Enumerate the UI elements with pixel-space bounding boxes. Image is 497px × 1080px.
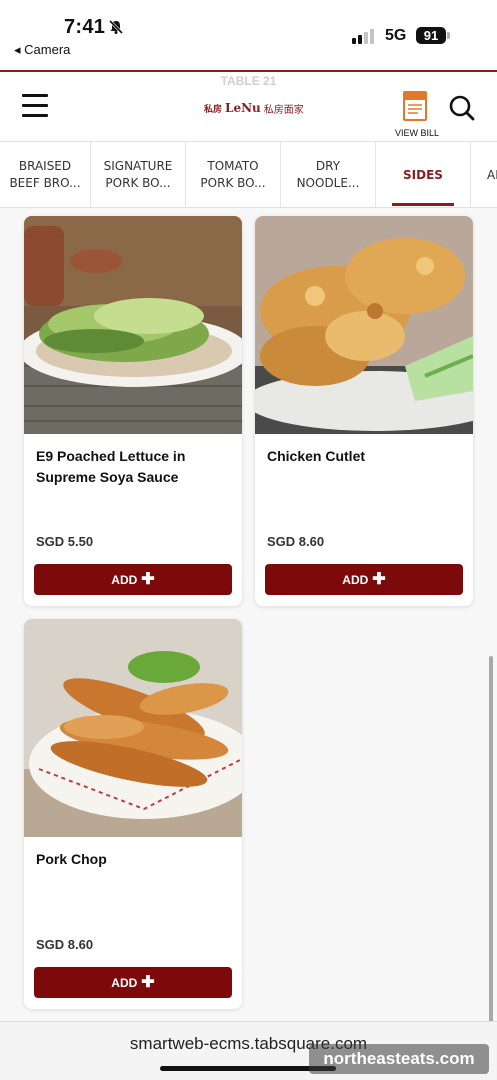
tab-label-line2: BEEF BRO... bbox=[9, 176, 81, 190]
tab-label-line1: BRAISED bbox=[18, 159, 72, 173]
menu-item-card[interactable]: E9 Poached Lettuce in Supreme Soya Sauce… bbox=[24, 216, 242, 606]
item-price: SGD 8.60 bbox=[36, 937, 94, 952]
signal-icon bbox=[352, 28, 374, 44]
tab-label-line2: NOODLE... bbox=[296, 176, 360, 190]
status-bar: 7:41 ◂ Camera 5G 91 bbox=[0, 0, 497, 70]
menu-icon[interactable] bbox=[22, 94, 48, 118]
menu-item-card[interactable]: Chicken Cutlet SGD 8.60 ADD ✚ bbox=[255, 216, 473, 606]
back-to-camera[interactable]: ◂ Camera bbox=[14, 42, 70, 58]
tab-label-line1: AP bbox=[487, 167, 497, 182]
tab-tomato-pork[interactable]: TOMATO PORK BO... bbox=[186, 142, 281, 207]
tab-dry-noodle[interactable]: DRY NOODLE... bbox=[281, 142, 376, 207]
app-header: TABLE 21 私房 LeNu 私房面家 VIEW BILL bbox=[0, 70, 497, 142]
search-icon[interactable] bbox=[448, 94, 476, 122]
tab-label-line2: PORK BO... bbox=[105, 176, 171, 190]
table-label: TABLE 21 bbox=[220, 74, 277, 88]
item-name: Pork Chop bbox=[36, 851, 107, 867]
plus-icon: ✚ bbox=[141, 973, 155, 991]
logo: 私房 LeNu 私房面家 bbox=[204, 98, 304, 118]
chicken-cutlet-photo bbox=[255, 216, 473, 434]
tab-appetizers[interactable]: AP bbox=[471, 142, 497, 207]
bell-muted-icon bbox=[108, 19, 124, 35]
network-type: 5G bbox=[385, 27, 407, 44]
scrollbar[interactable] bbox=[489, 656, 493, 1021]
add-label: ADD bbox=[342, 572, 369, 587]
add-label: ADD bbox=[111, 975, 138, 990]
tab-sides[interactable]: SIDES bbox=[376, 142, 471, 207]
add-label: ADD bbox=[111, 572, 138, 587]
item-price: SGD 5.50 bbox=[36, 534, 94, 549]
tab-label-line1: SIDES bbox=[403, 167, 443, 182]
menu-item-grid: E9 Poached Lettuce in Supreme Soya Sauce… bbox=[0, 208, 497, 1021]
menu-item-card[interactable]: Pork Chop SGD 8.60 ADD ✚ bbox=[24, 619, 242, 1009]
tab-label-line1: TOMATO bbox=[207, 159, 259, 173]
plus-icon: ✚ bbox=[372, 570, 386, 588]
watermark: northeasteats.com bbox=[309, 1044, 489, 1074]
logo-mark: 私房 bbox=[204, 103, 223, 114]
item-name: Chicken Cutlet bbox=[267, 448, 366, 464]
pork-chop-photo bbox=[24, 619, 242, 837]
tab-label-line1: SIGNATURE bbox=[103, 159, 173, 173]
lettuce-photo bbox=[24, 216, 242, 434]
view-bill-button[interactable]: VIEW BILL bbox=[390, 90, 446, 138]
tab-braised-beef[interactable]: BRAISED BEEF BRO... bbox=[0, 142, 91, 207]
tab-label-line2: PORK BO... bbox=[200, 176, 266, 190]
item-name: E9 Poached Lettuce in Supreme Soya Sauce bbox=[36, 448, 186, 485]
plus-icon: ✚ bbox=[141, 570, 155, 588]
clock: 7:41 bbox=[64, 16, 106, 38]
logo-name: LeNu bbox=[225, 101, 261, 115]
logo-chinese-name: 私房面家 bbox=[263, 104, 304, 116]
view-bill-label: VIEW BILL bbox=[394, 128, 439, 138]
tab-label-line1: DRY bbox=[315, 159, 341, 173]
active-tab-indicator bbox=[392, 203, 454, 206]
add-button[interactable]: ADD ✚ bbox=[265, 564, 463, 595]
category-tabs: BRAISED BEEF BRO... SIGNATURE PORK BO...… bbox=[0, 142, 497, 208]
tab-signature-pork[interactable]: SIGNATURE PORK BO... bbox=[91, 142, 186, 207]
bill-icon bbox=[403, 91, 427, 121]
battery-tip bbox=[447, 32, 450, 39]
add-button[interactable]: ADD ✚ bbox=[34, 564, 232, 595]
battery-icon: 91 bbox=[416, 27, 446, 44]
add-button[interactable]: ADD ✚ bbox=[34, 967, 232, 998]
item-price: SGD 8.60 bbox=[267, 534, 325, 549]
